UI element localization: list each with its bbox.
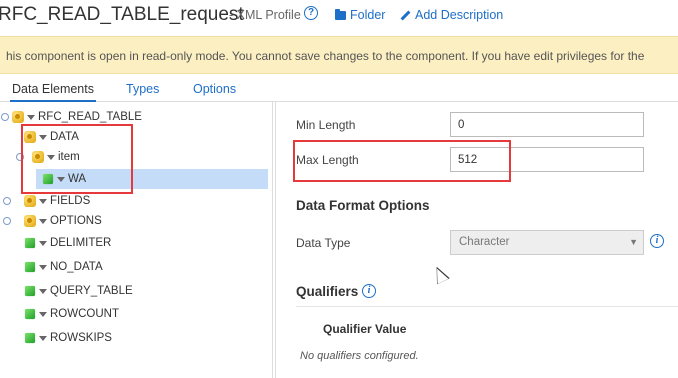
folder-icon bbox=[335, 8, 346, 20]
info-icon[interactable]: i bbox=[362, 284, 376, 298]
no-qualifiers-message: No qualifiers configured. bbox=[300, 350, 419, 362]
qualifiers-divider bbox=[296, 306, 678, 307]
min-length-label: Min Length bbox=[296, 118, 356, 132]
min-length-field[interactable] bbox=[450, 112, 644, 137]
add-description-link[interactable]: Add Description bbox=[400, 8, 503, 22]
folder-link-label: Folder bbox=[350, 8, 386, 22]
tree-node-label: DELIMITER bbox=[50, 237, 112, 249]
page-header: RFC_READ_TABLE_request - XML Profile ? F… bbox=[0, 0, 678, 34]
data-format-options-heading: Data Format Options bbox=[296, 198, 430, 213]
qualifiers-heading: Qualifiers bbox=[296, 284, 359, 299]
element-group-icon bbox=[24, 195, 36, 207]
highlight-box-tree bbox=[21, 124, 133, 194]
tree-node-label: ROWSKIPS bbox=[50, 332, 112, 344]
chevron-down-icon bbox=[39, 240, 47, 246]
element-icon bbox=[24, 332, 36, 344]
tab-types[interactable]: Types bbox=[126, 82, 159, 96]
chevron-down-icon bbox=[39, 288, 47, 294]
chevron-down-icon bbox=[39, 198, 47, 204]
tree-node-label: OPTIONS bbox=[50, 215, 102, 227]
add-description-label: Add Description bbox=[415, 8, 504, 22]
tree-node-fields[interactable]: FIELDS bbox=[3, 191, 91, 211]
tab-bar: Data Elements Types Options bbox=[0, 74, 678, 102]
element-group-icon bbox=[24, 215, 36, 227]
collapse-icon[interactable] bbox=[1, 113, 9, 121]
read-only-banner: his component is open in read-only mode.… bbox=[0, 36, 678, 74]
chevron-down-icon bbox=[39, 335, 47, 341]
tree-node-label: RFC_READ_TABLE bbox=[38, 111, 142, 123]
chevron-down-icon: ▼ bbox=[629, 237, 638, 247]
tab-data-elements[interactable]: Data Elements bbox=[10, 82, 96, 102]
tree-node-delimiter[interactable]: DELIMITER bbox=[24, 233, 111, 253]
data-type-label: Data Type bbox=[296, 236, 351, 250]
tree-node-options[interactable]: OPTIONS bbox=[3, 211, 102, 231]
chevron-down-icon bbox=[27, 114, 35, 120]
highlight-box-max-length bbox=[293, 140, 511, 182]
tree-node-rowcount[interactable]: ROWCOUNT bbox=[24, 304, 119, 324]
chevron-down-icon bbox=[39, 218, 47, 224]
data-type-value: Character bbox=[459, 236, 510, 248]
pencil-icon bbox=[400, 10, 411, 20]
component-type-label: - XML Profile bbox=[229, 8, 301, 22]
tree-node-label: FIELDS bbox=[50, 195, 91, 207]
read-only-message: his component is open in read-only mode.… bbox=[6, 49, 645, 63]
tree-node-label: NO_DATA bbox=[50, 261, 103, 273]
info-icon[interactable]: i bbox=[650, 234, 664, 248]
tree-node-label: ROWCOUNT bbox=[50, 308, 119, 320]
chevron-down-icon bbox=[39, 264, 47, 270]
expand-icon[interactable] bbox=[3, 197, 11, 205]
element-group-icon bbox=[12, 111, 24, 123]
element-icon bbox=[24, 261, 36, 273]
tree-node-no-data[interactable]: NO_DATA bbox=[24, 257, 103, 277]
page-title: RFC_READ_TABLE_request bbox=[0, 4, 244, 25]
tree-node-label: QUERY_TABLE bbox=[50, 285, 133, 297]
element-icon bbox=[24, 285, 36, 297]
help-icon[interactable]: ? bbox=[304, 6, 318, 20]
folder-link[interactable]: Folder bbox=[335, 8, 385, 22]
tree-node-query-table[interactable]: QUERY_TABLE bbox=[24, 281, 133, 301]
element-icon bbox=[24, 308, 36, 320]
element-icon bbox=[24, 237, 36, 249]
tab-options[interactable]: Options bbox=[193, 82, 236, 96]
qualifier-value-header: Qualifier Value bbox=[323, 322, 407, 336]
chevron-down-icon bbox=[39, 311, 47, 317]
expand-icon[interactable] bbox=[3, 217, 11, 225]
data-type-select[interactable]: Character ▼ bbox=[450, 230, 644, 255]
tree-node-rowskips[interactable]: ROWSKIPS bbox=[24, 328, 112, 348]
panel-divider[interactable] bbox=[272, 102, 273, 378]
